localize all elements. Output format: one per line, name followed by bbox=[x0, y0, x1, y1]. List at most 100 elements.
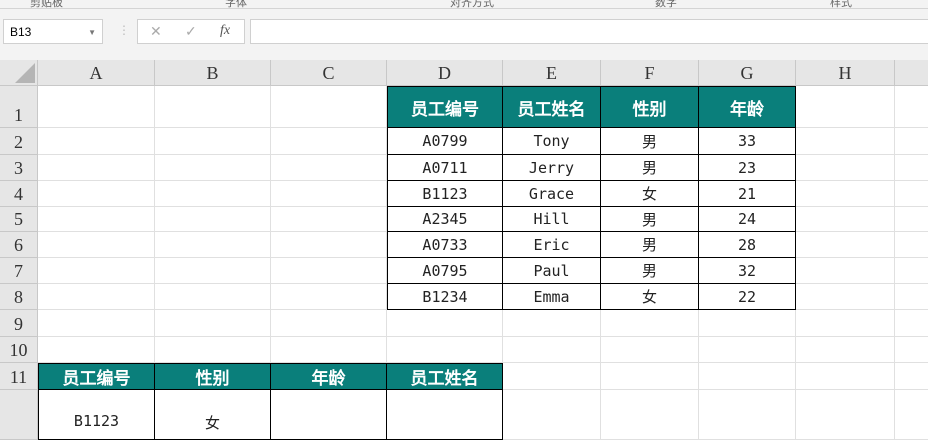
column-header[interactable]: E bbox=[503, 60, 601, 86]
cell[interactable] bbox=[895, 337, 928, 363]
cell[interactable] bbox=[796, 337, 895, 363]
row-header[interactable]: 9 bbox=[0, 310, 38, 337]
table-cell[interactable]: 男 bbox=[601, 128, 699, 155]
cell[interactable] bbox=[895, 310, 928, 337]
table-header-cell[interactable]: 性别 bbox=[155, 363, 271, 390]
cell[interactable] bbox=[38, 258, 155, 284]
cell[interactable] bbox=[271, 181, 387, 207]
cell[interactable] bbox=[271, 258, 387, 284]
row-header[interactable] bbox=[0, 390, 38, 440]
cell[interactable] bbox=[796, 86, 895, 128]
cell[interactable] bbox=[796, 258, 895, 284]
column-header[interactable] bbox=[895, 60, 928, 86]
row-header[interactable]: 4 bbox=[0, 181, 38, 207]
cell[interactable] bbox=[155, 258, 271, 284]
cell[interactable] bbox=[601, 363, 699, 390]
cell[interactable] bbox=[38, 232, 155, 258]
table-cell[interactable]: Paul bbox=[503, 258, 601, 284]
cell[interactable] bbox=[155, 232, 271, 258]
table-cell[interactable]: 女 bbox=[601, 284, 699, 310]
table-cell[interactable]: A0733 bbox=[387, 232, 503, 258]
table-cell[interactable]: A0795 bbox=[387, 258, 503, 284]
table-cell[interactable]: 24 bbox=[699, 207, 796, 232]
lookup-cell[interactable]: B1123 bbox=[38, 390, 155, 440]
table-cell[interactable]: Jerry bbox=[503, 155, 601, 181]
cell[interactable] bbox=[38, 181, 155, 207]
cell[interactable] bbox=[155, 207, 271, 232]
table-header-cell[interactable]: 性别 bbox=[601, 86, 699, 128]
table-cell[interactable]: Eric bbox=[503, 232, 601, 258]
cell[interactable] bbox=[895, 181, 928, 207]
formula-input[interactable] bbox=[250, 19, 928, 44]
row-header[interactable]: 3 bbox=[0, 155, 38, 181]
cell[interactable] bbox=[38, 155, 155, 181]
table-cell[interactable]: 28 bbox=[699, 232, 796, 258]
table-header-cell[interactable]: 年龄 bbox=[699, 86, 796, 128]
cell[interactable] bbox=[796, 390, 895, 440]
cell[interactable] bbox=[271, 337, 387, 363]
cancel-icon[interactable]: ✕ bbox=[150, 23, 162, 40]
table-cell[interactable]: 女 bbox=[601, 181, 699, 207]
cell[interactable] bbox=[796, 181, 895, 207]
cell[interactable] bbox=[503, 337, 601, 363]
row-header[interactable]: 11 bbox=[0, 363, 38, 390]
table-cell[interactable]: Hill bbox=[503, 207, 601, 232]
cell[interactable] bbox=[38, 207, 155, 232]
cell[interactable] bbox=[271, 155, 387, 181]
chevron-down-icon[interactable]: ▼ bbox=[88, 20, 96, 45]
table-header-cell[interactable]: 员工姓名 bbox=[387, 363, 503, 390]
table-cell[interactable]: B1123 bbox=[387, 181, 503, 207]
row-header[interactable]: 5 bbox=[0, 207, 38, 232]
table-cell[interactable]: Grace bbox=[503, 181, 601, 207]
cell[interactable] bbox=[699, 310, 796, 337]
column-header[interactable]: B bbox=[155, 60, 271, 86]
cell[interactable] bbox=[796, 363, 895, 390]
cell[interactable] bbox=[503, 363, 601, 390]
cell[interactable] bbox=[387, 337, 503, 363]
drag-handle-icon[interactable]: ⋮ bbox=[118, 23, 130, 37]
table-header-cell[interactable]: 年龄 bbox=[271, 363, 387, 390]
column-header[interactable]: H bbox=[796, 60, 895, 86]
row-header[interactable]: 1 bbox=[0, 86, 38, 128]
table-cell[interactable]: Emma bbox=[503, 284, 601, 310]
cell[interactable] bbox=[38, 337, 155, 363]
table-cell[interactable]: 33 bbox=[699, 128, 796, 155]
cell[interactable] bbox=[155, 155, 271, 181]
row-header[interactable]: 2 bbox=[0, 128, 38, 155]
cell[interactable] bbox=[796, 207, 895, 232]
cell[interactable] bbox=[895, 363, 928, 390]
fx-icon[interactable]: fx bbox=[220, 23, 230, 39]
cell[interactable] bbox=[895, 284, 928, 310]
table-header-cell[interactable]: 员工编号 bbox=[387, 86, 503, 128]
cell[interactable] bbox=[155, 337, 271, 363]
table-header-cell[interactable]: 员工姓名 bbox=[503, 86, 601, 128]
column-header[interactable]: D bbox=[387, 60, 503, 86]
cell[interactable] bbox=[895, 207, 928, 232]
table-cell[interactable]: Tony bbox=[503, 128, 601, 155]
cell[interactable] bbox=[796, 155, 895, 181]
table-cell[interactable]: A0799 bbox=[387, 128, 503, 155]
cell[interactable] bbox=[155, 128, 271, 155]
column-header[interactable]: C bbox=[271, 60, 387, 86]
table-cell[interactable]: 21 bbox=[699, 181, 796, 207]
confirm-icon[interactable]: ✓ bbox=[185, 23, 197, 40]
lookup-cell[interactable] bbox=[271, 390, 387, 440]
name-box[interactable]: B13 ▼ bbox=[3, 19, 103, 44]
cell[interactable] bbox=[38, 284, 155, 310]
row-header[interactable]: 10 bbox=[0, 337, 38, 363]
table-cell[interactable]: 23 bbox=[699, 155, 796, 181]
cell[interactable] bbox=[503, 310, 601, 337]
cell[interactable] bbox=[155, 86, 271, 128]
table-header-cell[interactable]: 员工编号 bbox=[38, 363, 155, 390]
row-header[interactable]: 6 bbox=[0, 232, 38, 258]
cell[interactable] bbox=[895, 155, 928, 181]
cell[interactable] bbox=[699, 337, 796, 363]
cell[interactable] bbox=[699, 390, 796, 440]
cell[interactable] bbox=[601, 310, 699, 337]
table-cell[interactable]: 男 bbox=[601, 155, 699, 181]
cell[interactable] bbox=[271, 232, 387, 258]
table-cell[interactable]: 男 bbox=[601, 207, 699, 232]
cell[interactable] bbox=[271, 310, 387, 337]
lookup-cell[interactable]: 女 bbox=[155, 390, 271, 440]
cell[interactable] bbox=[895, 86, 928, 128]
